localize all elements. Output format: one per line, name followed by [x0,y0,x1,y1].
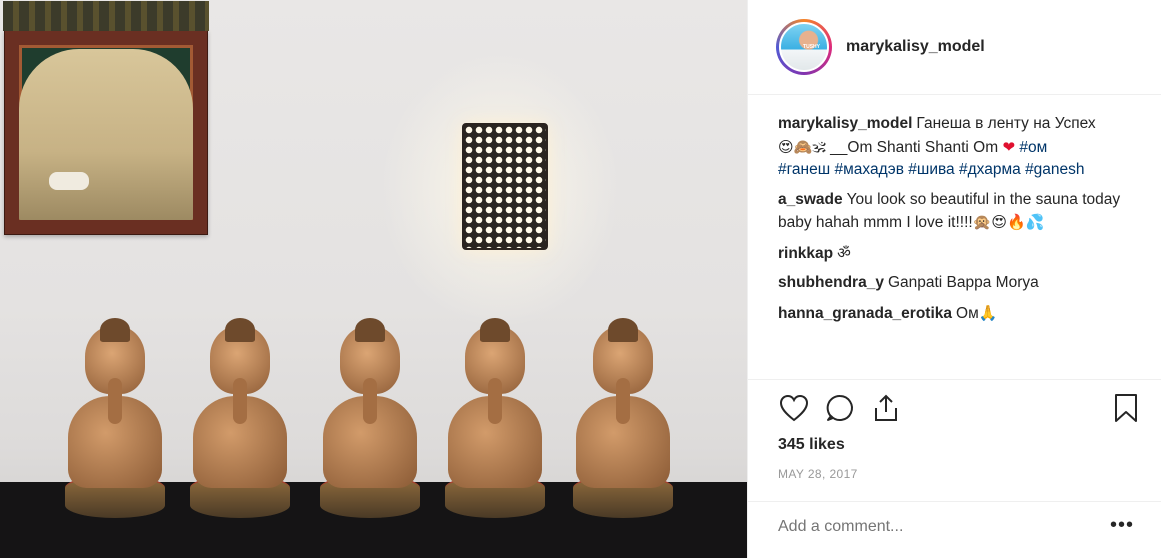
post-date: MAY 28, 2017 [778,467,858,481]
avatar[interactable]: TUSHY [779,22,829,72]
frame-top-decoration [3,1,209,31]
comment-input[interactable] [778,518,1058,536]
ganesha-statue [440,318,550,518]
comment-username[interactable]: a_swade [778,191,843,208]
heart-emoji: ❤ [1002,137,1016,156]
hashtag[interactable]: #махадэв [834,161,903,178]
hashtag[interactable]: #ganesh [1025,161,1084,178]
comment-bar: ••• [748,501,1161,558]
comment-username[interactable]: hanna_granada_erotika [778,305,952,322]
frame-painting [19,49,193,220]
heart-icon[interactable] [778,392,810,424]
post-side-panel: TUSHY marykalisy_model marykalisy_model Г… [747,0,1161,558]
header-username[interactable]: marykalisy_model [846,38,985,56]
share-icon[interactable] [870,392,902,424]
wall-lamp [462,123,548,250]
comment-username[interactable]: shubhendra_y [778,274,884,291]
comment: rinkkap ॐ [778,242,1148,266]
comment: hanna_granada_erotika Ом🙏 [778,302,1148,326]
instagram-post: TUSHY marykalisy_model marykalisy_model Г… [0,0,1161,558]
comment-emoji: 🙊😍🔥💦 [972,213,1045,231]
caption-line2: __Om Shanti Shanti Om [830,138,999,156]
comment-emoji: 🙏 [978,303,998,322]
caption-username[interactable]: marykalisy_model [778,115,912,132]
likes-count[interactable]: 345 likes [778,436,845,454]
hashtag[interactable]: #ганеш [778,161,830,178]
post-photo[interactable] [0,0,747,558]
hashtag[interactable]: #ом [1019,139,1047,156]
comment-username[interactable]: rinkkap [778,245,833,262]
caption: marykalisy_model Ганеша в ленту на Успех … [778,113,1148,182]
painting-cow [49,172,89,190]
ganesha-statue [60,318,170,518]
caption-text: Ганеша в ленту на Успех [916,115,1096,132]
ganesha-statue [185,318,295,518]
bookmark-icon[interactable] [1110,392,1142,424]
more-options-icon[interactable]: ••• [1110,514,1134,537]
ganesha-statue [568,318,678,518]
post-header: TUSHY marykalisy_model [748,0,1161,95]
comments-list: marykalisy_model Ганеша в ленту на Успех … [778,113,1148,332]
story-ring[interactable]: TUSHY [776,19,832,75]
comment-text: Ganpati Bappa Morya [887,274,1039,291]
hashtag[interactable]: #дхарма [959,161,1021,178]
comment-icon[interactable] [824,392,856,424]
comment-text: Ом [956,304,979,322]
ganesha-statue [315,318,425,518]
action-icons [778,392,902,424]
caption-emoji: 😍🙈🕉 [778,137,826,156]
comment: shubhendra_y Ganpati Bappa Morya [778,272,1148,295]
wall-picture-frame [3,1,209,235]
comment: a_swade You look so beautiful in the saun… [778,189,1148,235]
om-symbol: ॐ [837,243,851,262]
actions-divider [748,379,1161,380]
avatar-badge: TUSHY [803,44,820,50]
hashtag[interactable]: #шива [908,161,954,178]
